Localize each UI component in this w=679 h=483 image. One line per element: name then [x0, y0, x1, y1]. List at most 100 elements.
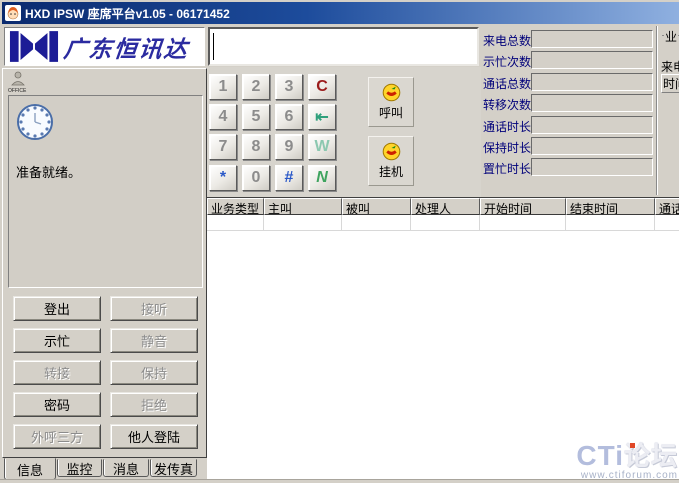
dialpad-key-7[interactable]: 7 [209, 134, 237, 160]
table-cell-empty [264, 215, 342, 231]
dialpad-key-wait[interactable]: W [308, 134, 336, 160]
dialpad-key-n[interactable]: N [308, 165, 336, 191]
dialpad-key-3[interactable]: 3 [275, 74, 303, 100]
dialpad-key-2[interactable]: 2 [242, 74, 270, 100]
table-header-col-0[interactable]: 业务类型 [207, 198, 264, 215]
dialpad-key-5[interactable]: 5 [242, 104, 270, 130]
tab-info[interactable]: 信息 [4, 458, 56, 480]
agent-mini-status: OFFICE [8, 71, 52, 94]
stat-row-2: 通话总数 [483, 73, 659, 93]
agent-mini-caption: OFFICE [8, 89, 52, 94]
answer-button[interactable]: 接听 [110, 296, 198, 321]
stat-value-field [531, 73, 653, 91]
watermark-logo: CTi论坛 [576, 442, 678, 470]
stats-panel: 来电总数 示忙次数 通话总数 转移次数 通话时长 保持时长 置忙时长 [483, 30, 659, 182]
stat-row-3: 转移次数 [483, 94, 659, 114]
brand-name: 广东恒讯达 [62, 30, 191, 64]
logout-button[interactable]: 登出 [13, 296, 101, 321]
dialpad-key-8[interactable]: 8 [242, 134, 270, 160]
phone-number-display[interactable] [208, 27, 479, 66]
stat-label: 示忙次数 [483, 53, 531, 70]
groupbox-title: 业 [664, 28, 678, 45]
stat-label: 通话总数 [483, 75, 531, 92]
table-cell-empty [207, 215, 264, 231]
reject-button[interactable]: 拒绝 [110, 392, 198, 417]
brand-logo-icon [9, 30, 59, 63]
watermark: CTi论坛 www.ctiforum.com [576, 442, 678, 481]
stat-label: 置忙时长 [483, 160, 531, 177]
tab-monitor[interactable]: 监控 [57, 459, 102, 477]
status-box: 准备就绪。 [8, 95, 203, 288]
stat-label: 通话时长 [483, 118, 531, 135]
table-header-col-5[interactable]: 结束时间 [566, 198, 655, 215]
stat-value-field [531, 137, 653, 155]
dialpad-key-backspace[interactable]: ⇤ [308, 104, 336, 130]
stat-row-6: 置忙时长 [483, 158, 659, 178]
dialpad-key-0[interactable]: 0 [242, 165, 270, 191]
app-icon[interactable] [5, 5, 21, 21]
stat-label: 保持时长 [483, 139, 531, 156]
transfer-button[interactable]: 转接 [13, 360, 101, 385]
table-cell-empty [566, 215, 655, 231]
dialpad-key-hash[interactable]: # [275, 165, 303, 191]
dialpad-key-star[interactable]: * [209, 165, 237, 191]
dialpad: 123C 456⇤ 789W *0#N [209, 74, 339, 194]
tab-fax[interactable]: 发传真 [150, 459, 197, 477]
app-window: HXD IPSW 座席平台v1.05 - 06171452 广东恒讯达 来电总数… [0, 0, 679, 483]
stat-row-4: 通话时长 [483, 116, 659, 136]
table-cell-empty [411, 215, 480, 231]
stat-value-field [531, 30, 653, 48]
call-record-table: 业务类型主叫被叫处理人开始时间结束时间通话 [207, 197, 679, 479]
stat-value-field [531, 116, 653, 134]
phone-emoji-icon [382, 83, 401, 102]
table-header-col-1[interactable]: 主叫 [264, 198, 342, 215]
dialpad-key-clear[interactable]: C [308, 74, 336, 100]
table-header-col-4[interactable]: 开始时间 [480, 198, 566, 215]
dialpad-key-9[interactable]: 9 [275, 134, 303, 160]
agent-mini-icon [8, 71, 28, 86]
table-header-col-3[interactable]: 处理人 [411, 198, 480, 215]
outbound-3way-button[interactable]: 外呼三方 [13, 424, 101, 449]
watermark-logo-dot [630, 443, 635, 448]
set-busy-button[interactable]: 示忙 [13, 328, 101, 353]
business-side-panel: 业 来电 时间 [659, 27, 679, 195]
stat-label: 来电总数 [483, 32, 531, 49]
panel-divider [656, 26, 657, 195]
text-caret [213, 33, 214, 60]
side-panel-label-incoming: 来电 [661, 58, 679, 75]
table-empty-row [207, 215, 679, 231]
hold-button[interactable]: 保持 [110, 360, 198, 385]
table-header-col-2[interactable]: 被叫 [342, 198, 411, 215]
call-button[interactable]: 呼叫 [368, 77, 414, 127]
stat-row-5: 保持时长 [483, 137, 659, 157]
clock-icon [15, 102, 55, 142]
stat-label: 转移次数 [483, 96, 531, 113]
dialpad-key-1[interactable]: 1 [209, 74, 237, 100]
table-header-col-6[interactable]: 通话 [655, 198, 679, 215]
table-header-row: 业务类型主叫被叫处理人开始时间结束时间通话 [207, 198, 679, 215]
window-title: HXD IPSW 座席平台v1.05 - 06171452 [25, 5, 230, 22]
brand-logo-panel: 广东恒讯达 [4, 27, 205, 66]
tab-message[interactable]: 消息 [103, 459, 149, 477]
table-cell-empty [342, 215, 411, 231]
agent-status-message: 准备就绪。 [16, 162, 81, 181]
title-bar: HXD IPSW 座席平台v1.05 - 06171452 [2, 2, 679, 24]
stat-row-1: 示忙次数 [483, 51, 659, 71]
stat-value-field [531, 94, 653, 112]
hangup-label: 挂机 [379, 163, 403, 180]
side-panel-label-time: 时间 [661, 74, 679, 93]
stat-row-0: 来电总数 [483, 30, 659, 50]
phone-emoji-icon [382, 142, 401, 161]
table-cell-empty [655, 215, 679, 231]
dialpad-key-4[interactable]: 4 [209, 104, 237, 130]
agent-info-panel: OFFICE 准备就绪。 登出接听示忙静音转接保持密码拒绝外呼三方他人登陆 [2, 68, 207, 458]
watermark-url: www.ctiforum.com [576, 471, 678, 481]
hangup-button[interactable]: 挂机 [368, 136, 414, 186]
stat-value-field [531, 158, 653, 176]
password-button[interactable]: 密码 [13, 392, 101, 417]
dialpad-key-6[interactable]: 6 [275, 104, 303, 130]
mute-button[interactable]: 静音 [110, 328, 198, 353]
table-cell-empty [480, 215, 566, 231]
call-label: 呼叫 [379, 104, 403, 121]
other-login-button[interactable]: 他人登陆 [110, 424, 198, 449]
